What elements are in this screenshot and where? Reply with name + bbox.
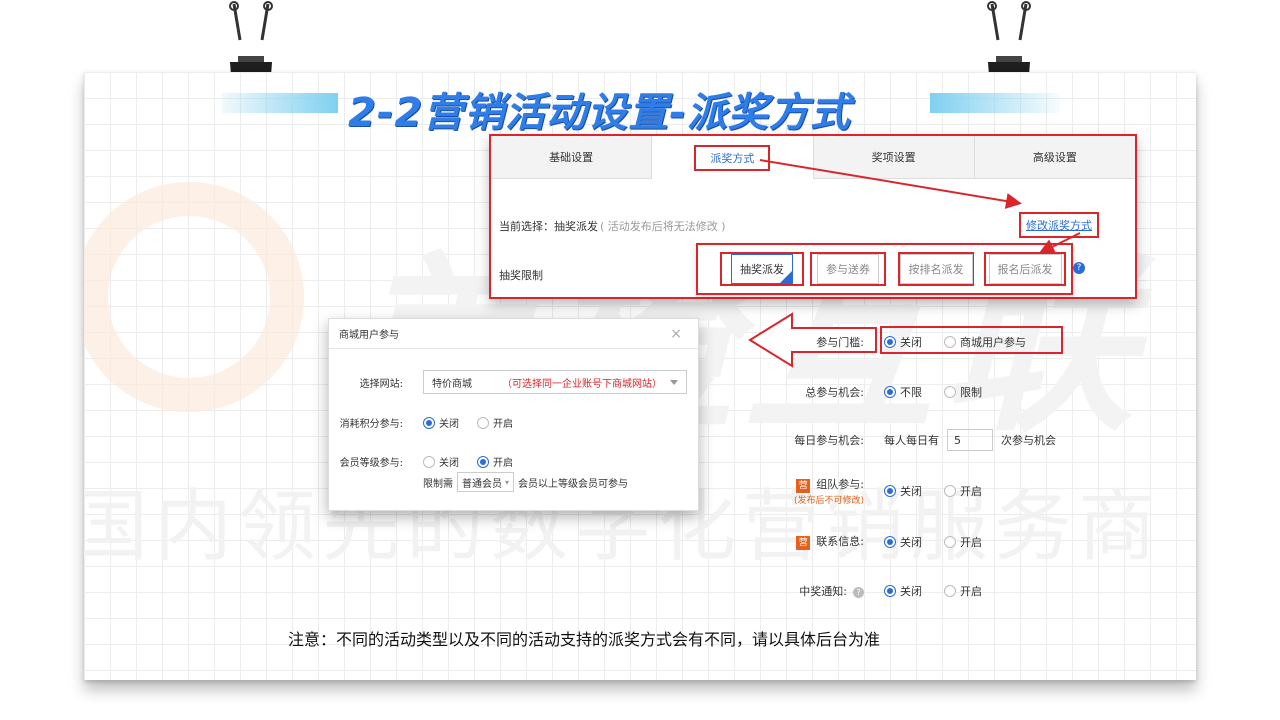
total-chance-label: 总参与机会: (805, 386, 864, 399)
option-label: 开启 (960, 535, 982, 549)
total-chance-row: 总参与机会: 不限 限制 (744, 384, 1004, 400)
site-select[interactable]: 特价商城 （可选择同一企业账号下商城网站） (423, 370, 687, 394)
team-warning: (发布后不可修改) (793, 496, 864, 506)
site-label: 选择网站: (359, 378, 403, 390)
option-label: 不限 (900, 386, 922, 399)
points-off-radio[interactable]: 关闭 (423, 415, 459, 430)
radio-icon (944, 585, 956, 597)
radio-checked-icon (884, 585, 896, 597)
team-row: 营组队参与: (发布后不可修改) 关闭 开启 (744, 476, 1004, 506)
level-limit-row: 限制需 普通会员 ▾ 会员以上等级会员可参与 (423, 472, 628, 492)
daily-chance-input[interactable]: 5 (947, 429, 993, 451)
site-hint: （可选择同一企业账号下商城网站） (502, 378, 662, 390)
radio-icon (423, 455, 435, 468)
site-row: 选择网站: 特价商城 （可选择同一企业账号下商城网站） (329, 370, 687, 394)
total-unlimited-radio[interactable]: 不限 (884, 384, 922, 400)
radio-checked-icon (884, 535, 896, 548)
limit-suffix: 会员以上等级会员可参与 (518, 478, 629, 490)
help-icon[interactable]: ? (853, 587, 864, 598)
close-icon[interactable]: × (670, 326, 682, 342)
notify-label-group: 中奖通知:? (744, 583, 864, 599)
daily-suffix: 次参与机会 (1001, 434, 1056, 447)
footer-note: 注意：不同的活动类型以及不同的活动支持的派奖方式会有不同，请以具体后台为准 (288, 630, 881, 649)
points-on-radio[interactable]: 开启 (477, 415, 513, 430)
limit-prefix: 限制需 (423, 478, 453, 490)
option-label: 关闭 (439, 419, 459, 430)
level-label: 会员等级参与: (339, 458, 403, 469)
total-limit-radio[interactable]: 限制 (944, 384, 982, 400)
radio-checked-icon (884, 386, 896, 398)
radio-icon (944, 386, 956, 398)
radio-icon (477, 416, 489, 429)
radio-checked-icon (477, 455, 489, 468)
level-off-radio[interactable]: 关闭 (423, 454, 459, 469)
contact-label: 联系信息: (816, 535, 864, 548)
points-label: 消耗积分参与: (339, 419, 403, 430)
radio-icon (944, 336, 956, 348)
contact-row: 营联系信息: 关闭 开启 (744, 533, 1004, 550)
threshold-row: 参与门槛: 关闭 商城用户参与 (744, 334, 1048, 350)
option-label: 关闭 (900, 535, 922, 549)
points-row: 消耗积分参与: 关闭 开启 (329, 415, 531, 430)
chevron-down-icon (670, 380, 678, 385)
site-value: 特价商城 (432, 378, 472, 390)
threshold-off-radio[interactable]: 关闭 (884, 334, 922, 350)
notify-label: 中奖通知: (799, 585, 847, 598)
radio-icon (944, 535, 956, 548)
threshold-mall-user-radio[interactable]: 商城用户参与 (944, 334, 1026, 350)
radio-checked-icon (884, 485, 896, 497)
notify-off-radio[interactable]: 关闭 (884, 583, 922, 599)
member-level-value: 普通会员 (462, 478, 502, 490)
team-off-radio[interactable]: 关闭 (884, 483, 922, 499)
chevron-down-icon: ▾ (505, 477, 510, 487)
contact-off-radio[interactable]: 关闭 (884, 534, 922, 550)
option-label: 关闭 (900, 585, 922, 598)
option-label: 开启 (493, 458, 513, 469)
notify-row: 中奖通知:? 关闭 开启 (744, 583, 1004, 599)
level-on-radio[interactable]: 开启 (477, 454, 513, 469)
option-label: 关闭 (900, 336, 922, 349)
option-label: 商城用户参与 (960, 336, 1026, 349)
mall-user-dialog: 商城用户参与 × 选择网站: 特价商城 （可选择同一企业账号下商城网站） 消耗积… (328, 318, 699, 511)
radio-checked-icon (423, 416, 435, 429)
option-label: 开启 (960, 585, 982, 598)
level-row: 会员等级参与: 关闭 开启 (329, 454, 531, 469)
marketing-badge-icon: 营 (796, 479, 811, 493)
team-label-line: 营组队参与: (796, 476, 864, 493)
option-label: 开启 (960, 485, 982, 498)
option-label: 开启 (493, 419, 513, 430)
team-label: 组队参与: (816, 478, 864, 491)
option-label: 限制 (960, 386, 982, 399)
daily-prefix: 每人每日有 (884, 434, 939, 447)
member-level-select[interactable]: 普通会员 ▾ (457, 472, 515, 492)
threshold-label: 参与门槛: (816, 336, 864, 349)
option-label: 关闭 (439, 458, 459, 469)
team-label-group: 营组队参与: (发布后不可修改) (744, 476, 864, 506)
contact-on-radio[interactable]: 开启 (944, 534, 982, 550)
option-label: 关闭 (900, 485, 922, 498)
dialog-title: 商城用户参与 (339, 330, 399, 341)
notify-on-radio[interactable]: 开启 (944, 583, 982, 599)
dialog-header: 商城用户参与 × (329, 319, 698, 349)
marketing-badge-icon: 营 (796, 536, 811, 550)
contact-label-group: 营联系信息: (744, 533, 864, 550)
radio-checked-icon (884, 336, 896, 348)
daily-chance-label: 每日参与机会: (794, 434, 864, 447)
team-on-radio[interactable]: 开启 (944, 483, 982, 499)
radio-icon (944, 485, 956, 497)
daily-chance-row: 每日参与机会: 每人每日有 5 次参与机会 (744, 429, 1056, 451)
